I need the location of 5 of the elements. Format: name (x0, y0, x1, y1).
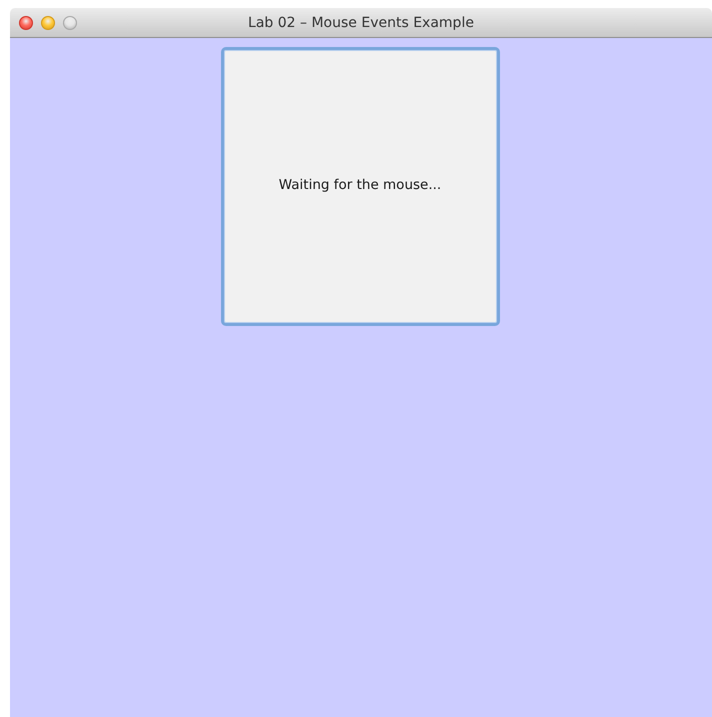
zoom-button[interactable] (63, 16, 77, 30)
minimize-button[interactable] (41, 16, 55, 30)
mouse-area[interactable]: Waiting for the mouse... (220, 47, 500, 326)
window-title: Lab 02 – Mouse Events Example (247, 14, 475, 30)
close-button[interactable] (19, 16, 33, 30)
